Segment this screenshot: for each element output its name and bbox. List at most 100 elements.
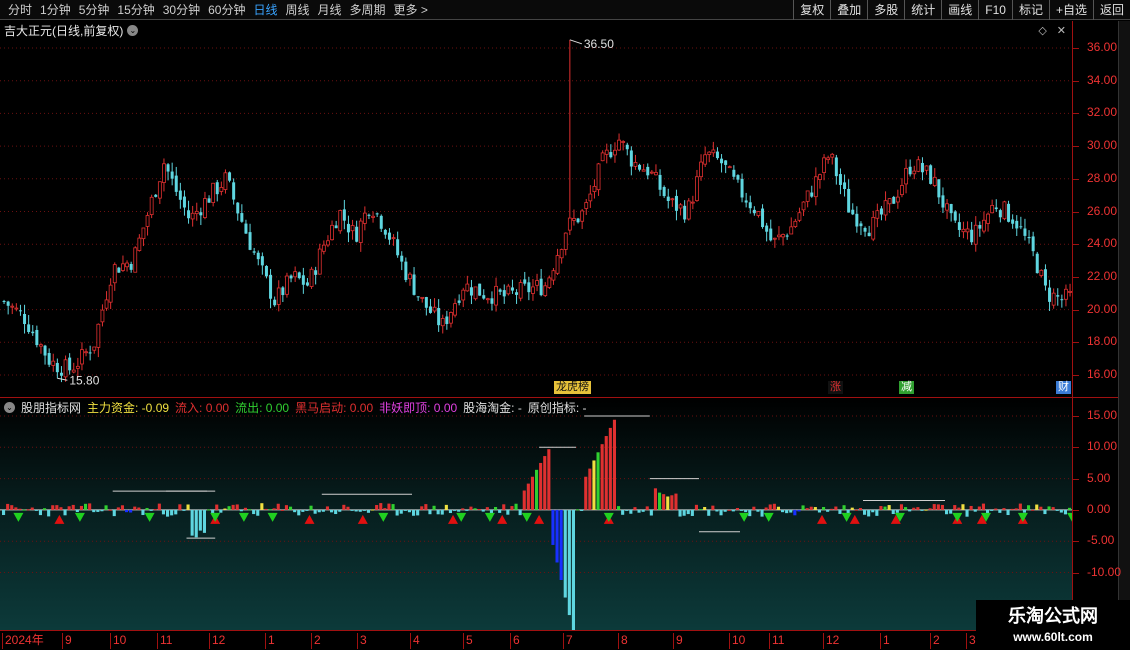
indicator-bar bbox=[2, 509, 6, 516]
candle-body bbox=[269, 274, 273, 299]
indicator-bar bbox=[961, 504, 965, 510]
candle-body bbox=[883, 200, 888, 216]
indicator-bar bbox=[207, 509, 211, 511]
indicator-bar bbox=[424, 504, 428, 510]
indicator-bar bbox=[530, 476, 534, 510]
indicator-bar bbox=[243, 507, 247, 510]
chevron-down-icon[interactable]: ⌄ bbox=[127, 25, 139, 36]
indicator-bar bbox=[198, 509, 202, 531]
candle-body bbox=[600, 152, 605, 162]
candle-body bbox=[133, 247, 138, 273]
timeframe-10[interactable]: 更多 > bbox=[390, 0, 432, 20]
tool-button-0[interactable]: 复权 bbox=[793, 0, 830, 20]
date-axis-label: 11 bbox=[769, 633, 784, 649]
price-axis-label: 18.00 bbox=[1087, 334, 1118, 349]
candle-body bbox=[383, 229, 387, 235]
indicator-bar bbox=[313, 509, 317, 514]
timeframe-7[interactable]: 周线 bbox=[281, 0, 313, 20]
tool-button-7[interactable]: +自选 bbox=[1048, 0, 1093, 20]
candle-body bbox=[1043, 269, 1047, 286]
indicator-bar bbox=[514, 503, 518, 510]
indicator-bar bbox=[350, 509, 354, 511]
indicator-bar bbox=[371, 509, 375, 511]
indicator-chart[interactable] bbox=[0, 398, 1072, 630]
tool-button-5[interactable]: F10 bbox=[978, 0, 1012, 20]
candle-body bbox=[834, 157, 838, 177]
indicator-bar bbox=[494, 507, 498, 510]
tool-button-4[interactable]: 画线 bbox=[941, 0, 978, 20]
tool-button-3[interactable]: 统计 bbox=[904, 0, 941, 20]
high-annotation-leader bbox=[569, 39, 583, 45]
candle-body bbox=[330, 224, 334, 241]
indicator-bar bbox=[629, 509, 633, 514]
candle-body bbox=[732, 169, 736, 177]
candlestick-chart[interactable]: 36.50 15.80 bbox=[0, 21, 1072, 397]
indicator-bar bbox=[88, 503, 92, 510]
indicator-bar bbox=[379, 503, 383, 510]
candle-body bbox=[121, 263, 125, 271]
chevron-down-icon[interactable]: ⌄ bbox=[4, 402, 15, 413]
candle-body bbox=[523, 279, 527, 284]
close-icon[interactable]: ✕ bbox=[1057, 24, 1066, 37]
indicator-bar bbox=[801, 505, 805, 510]
candle-body bbox=[244, 223, 248, 234]
candle-body bbox=[621, 141, 626, 143]
indicator-bar bbox=[1027, 505, 1031, 510]
candle-body bbox=[539, 278, 543, 296]
candle-body bbox=[473, 286, 478, 300]
candle-body bbox=[39, 344, 43, 347]
price-axis-label: 36.00 bbox=[1087, 40, 1118, 54]
timeframe-8[interactable]: 月线 bbox=[314, 0, 346, 20]
indicator-bar bbox=[994, 508, 998, 510]
indicator-bar bbox=[612, 419, 616, 510]
indicator-bar bbox=[436, 509, 440, 515]
timeframe-0[interactable]: 分时 bbox=[4, 0, 36, 20]
candle-body bbox=[518, 282, 523, 299]
timeframe-3[interactable]: 15分钟 bbox=[113, 0, 158, 20]
candle-body bbox=[813, 176, 818, 198]
candle-body bbox=[596, 163, 601, 191]
candle-body bbox=[326, 240, 330, 246]
diamond-icon[interactable]: ◇ bbox=[1038, 24, 1046, 37]
buy-signal-triangle bbox=[497, 514, 508, 524]
candle-body bbox=[707, 151, 712, 155]
timeframe-5[interactable]: 60分钟 bbox=[204, 0, 249, 20]
timeframe-4[interactable]: 30分钟 bbox=[159, 0, 204, 20]
event-marker-cai[interactable]: 财 bbox=[1056, 381, 1071, 394]
candle-body bbox=[867, 232, 871, 237]
candle-body bbox=[982, 219, 986, 232]
tool-button-1[interactable]: 叠加 bbox=[830, 0, 867, 20]
indicator-bar bbox=[945, 509, 949, 515]
event-marker-lhb[interactable]: 龙虎榜 bbox=[554, 381, 591, 394]
right-side-strip[interactable] bbox=[1118, 21, 1130, 631]
indicator-bar bbox=[543, 456, 547, 510]
timeframe-9[interactable]: 多周期 bbox=[346, 0, 390, 20]
tool-button-2[interactable]: 多股 bbox=[867, 0, 904, 20]
timeframe-6[interactable]: 日线 bbox=[249, 0, 281, 20]
price-axis-tick bbox=[1073, 113, 1079, 115]
candle-body bbox=[1056, 295, 1060, 297]
candle-body bbox=[838, 174, 842, 185]
tool-button-6[interactable]: 标记 bbox=[1011, 0, 1049, 20]
indicator-bar bbox=[539, 462, 543, 510]
indicator-bar bbox=[178, 504, 182, 510]
candle-body bbox=[646, 166, 650, 176]
event-marker-zhang[interactable]: 涨 bbox=[828, 381, 843, 394]
candle-body bbox=[301, 275, 305, 285]
price-axis-label: 20.00 bbox=[1087, 301, 1118, 316]
candle-body bbox=[51, 360, 56, 366]
candle-body bbox=[117, 267, 121, 273]
event-marker-jian[interactable]: 减 bbox=[899, 381, 914, 394]
candle-body bbox=[338, 210, 343, 232]
price-chart-pane[interactable]: 36.50 15.80 吉大正元(日线,前复权) ⌄ ◇ ✕ 龙虎榜 涨 减 财 bbox=[0, 21, 1072, 397]
indicator-bar bbox=[305, 509, 309, 511]
timeframe-2[interactable]: 5分钟 bbox=[75, 0, 114, 20]
tool-button-8[interactable]: 返回 bbox=[1092, 0, 1130, 20]
indicator-bar bbox=[297, 509, 301, 516]
timeframe-1[interactable]: 1分钟 bbox=[36, 0, 75, 20]
legend-inflow: 流入: 0.00 bbox=[175, 401, 230, 415]
candle-body bbox=[149, 196, 154, 215]
indicator-bar bbox=[793, 509, 797, 516]
indicator-pane[interactable]: ⌄ 股朋指标网 主力资金: -0.09 流入: 0.00 流出: 0.00 黑马… bbox=[0, 398, 1072, 630]
candle-body bbox=[145, 215, 150, 227]
